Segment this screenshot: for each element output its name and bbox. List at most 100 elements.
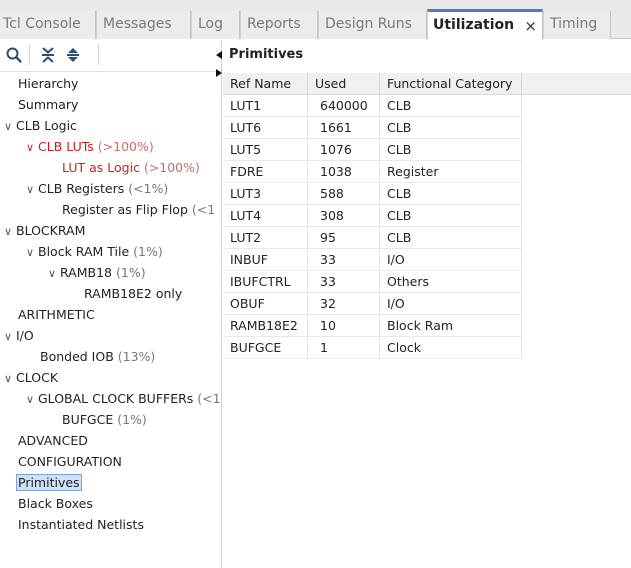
tab-messages[interactable]: Messages <box>96 11 191 39</box>
tree-item-label: Register as Flip Flop <box>62 202 188 217</box>
tab-label: Utilization <box>433 17 515 33</box>
tree-item-label: CLB Registers <box>38 181 125 196</box>
chevron-down-icon[interactable]: ∨ <box>26 180 38 199</box>
table-row[interactable]: LUT4 308 CLB <box>223 205 522 227</box>
tab-tcl-console[interactable]: Tcl Console <box>0 11 96 39</box>
panel-title: Primitives <box>229 47 304 62</box>
toolbar-divider <box>29 45 30 65</box>
primitives-panel: Primitives Ref Name Used Functional Cate… <box>216 40 631 568</box>
table-row[interactable]: LUT5 1076 CLB <box>223 139 522 161</box>
cell-functional-category: CLB <box>380 117 522 139</box>
tree-item-instantiated-netlists[interactable]: Instantiated Netlists <box>18 515 144 534</box>
tab-label: Messages <box>103 16 172 32</box>
navigation-tree-panel: Hierarchy Summary ∨ CLB Logic ∨ CLB LUTs (… <box>0 40 222 568</box>
column-header-functional-category[interactable]: Functional Category <box>380 73 522 95</box>
tree-item-ramb18[interactable]: ∨ RAMB18 (1%) <box>48 263 146 282</box>
cell-ref-name: IBUFCTRL <box>223 271 308 293</box>
tree-item-label: Black Boxes <box>18 496 93 511</box>
tab-bar: Tcl Console Messages Log Reports Design … <box>0 0 631 40</box>
table-row[interactable]: LUT3 588 CLB <box>223 183 522 205</box>
panel-splitter-arrows-icon[interactable] <box>215 49 223 79</box>
chevron-down-icon[interactable]: ∨ <box>26 138 38 157</box>
cell-used: 588 <box>308 183 380 205</box>
tree-item-io[interactable]: ∨ I/O <box>4 326 34 345</box>
tab-timing[interactable]: Timing <box>543 11 611 39</box>
tree-item-clb-luts[interactable]: ∨ CLB LUTs (>100%) <box>26 137 154 156</box>
chevron-down-icon[interactable]: ∨ <box>26 390 38 409</box>
tree-item-configuration[interactable]: CONFIGURATION <box>18 452 122 471</box>
tree-item-blockram[interactable]: ∨ BLOCKRAM <box>4 221 85 240</box>
tab-label: Design Runs <box>325 16 412 32</box>
chevron-down-icon[interactable]: ∨ <box>4 369 16 388</box>
tree-item-label: BLOCKRAM <box>16 223 86 238</box>
utilization-percent: (1%) <box>115 265 146 280</box>
tree-item-label: Primitives <box>16 474 82 491</box>
chevron-down-icon[interactable]: ∨ <box>26 243 38 262</box>
tree-item-label: Bonded IOB <box>40 349 114 364</box>
tree-item-label: CLB LUTs <box>38 139 94 154</box>
utilization-percent: (>100%) <box>143 160 200 175</box>
cell-functional-category: CLB <box>380 227 522 249</box>
table-row[interactable]: BUFGCE 1 Clock <box>223 337 522 359</box>
utilization-percent: (1%) <box>117 412 147 427</box>
tree-item-clock[interactable]: ∨ CLOCK <box>4 368 58 387</box>
tree-item-label: CONFIGURATION <box>18 454 122 469</box>
table-row[interactable]: FDRE 1038 Register <box>223 161 522 183</box>
utilization-percent: (>100%) <box>97 139 154 154</box>
tab-utilization[interactable]: Utilization × <box>427 9 543 40</box>
tree-item-black-boxes[interactable]: Black Boxes <box>18 494 93 513</box>
tree-item-bonded-iob[interactable]: Bonded IOB (13%) <box>40 347 155 366</box>
table-row[interactable]: INBUF 33 I/O <box>223 249 522 271</box>
table-row[interactable]: LUT2 95 CLB <box>223 227 522 249</box>
cell-used: 33 <box>308 249 380 271</box>
tree-item-label: Summary <box>18 97 79 112</box>
tab-label: Tcl Console <box>3 16 81 32</box>
table-row[interactable]: RAMB18E2 10 Block Ram <box>223 315 522 337</box>
tree-item-clb-registers[interactable]: ∨ CLB Registers (<1%) <box>26 179 168 198</box>
expand-all-icon[interactable] <box>63 45 83 65</box>
tree-item-register-as-flip-flop[interactable]: Register as Flip Flop (<1 <box>62 200 215 219</box>
tab-label: Timing <box>550 16 598 32</box>
column-header-used[interactable]: Used <box>308 73 380 95</box>
cell-functional-category: Clock <box>380 337 522 359</box>
tree-item-block-ram-tile[interactable]: ∨ Block RAM Tile (1%) <box>26 242 163 261</box>
tree-item-label: I/O <box>16 328 34 343</box>
tab-reports[interactable]: Reports <box>240 11 318 39</box>
cell-used: 308 <box>308 205 380 227</box>
chevron-down-icon[interactable]: ∨ <box>48 264 60 283</box>
chevron-down-icon[interactable]: ∨ <box>4 222 16 241</box>
table-row[interactable]: OBUF 32 I/O <box>223 293 522 315</box>
table-row[interactable]: IBUFCTRL 33 Others <box>223 271 522 293</box>
table-row[interactable]: LUT6 1661 CLB <box>223 117 522 139</box>
tree-item-global-clock-buffers[interactable]: ∨ GLOBAL CLOCK BUFFERs (<1 <box>26 389 221 408</box>
tree-item-hierarchy[interactable]: Hierarchy <box>18 74 78 93</box>
cell-ref-name: LUT2 <box>223 227 308 249</box>
chevron-down-icon[interactable]: ∨ <box>4 327 16 346</box>
cell-functional-category: CLB <box>380 139 522 161</box>
cell-ref-name: LUT3 <box>223 183 308 205</box>
cell-used: 10 <box>308 315 380 337</box>
tree-item-label: Block RAM Tile <box>38 244 130 259</box>
column-header-ref-name[interactable]: Ref Name <box>223 73 308 95</box>
tree-item-ramb18e2-only[interactable]: RAMB18E2 only <box>84 284 182 303</box>
tree-item-clb-logic[interactable]: ∨ CLB Logic <box>4 116 77 135</box>
cell-used: 1038 <box>308 161 380 183</box>
chevron-down-icon[interactable]: ∨ <box>4 117 16 136</box>
tab-design-runs[interactable]: Design Runs <box>318 11 427 39</box>
cell-ref-name: LUT4 <box>223 205 308 227</box>
cell-used: 33 <box>308 271 380 293</box>
tree-item-lut-as-logic[interactable]: LUT as Logic (>100%) <box>62 158 200 177</box>
close-icon[interactable]: × <box>524 13 537 39</box>
cell-functional-category: CLB <box>380 183 522 205</box>
tree-item-bufgce[interactable]: BUFGCE (1%) <box>62 410 147 429</box>
tab-log[interactable]: Log <box>191 11 240 39</box>
tree-item-advanced[interactable]: ADVANCED <box>18 431 88 450</box>
tree-item-summary[interactable]: Summary <box>18 95 78 114</box>
tree-item-label: ADVANCED <box>18 433 88 448</box>
tree-item-arithmetic[interactable]: ARITHMETIC <box>18 305 95 324</box>
tab-label: Log <box>198 16 224 32</box>
table-row[interactable]: LUT1 640000 CLB <box>223 95 522 117</box>
search-icon[interactable] <box>4 45 24 65</box>
tree-item-primitives[interactable]: Primitives <box>16 473 82 492</box>
collapse-all-icon[interactable] <box>38 45 58 65</box>
